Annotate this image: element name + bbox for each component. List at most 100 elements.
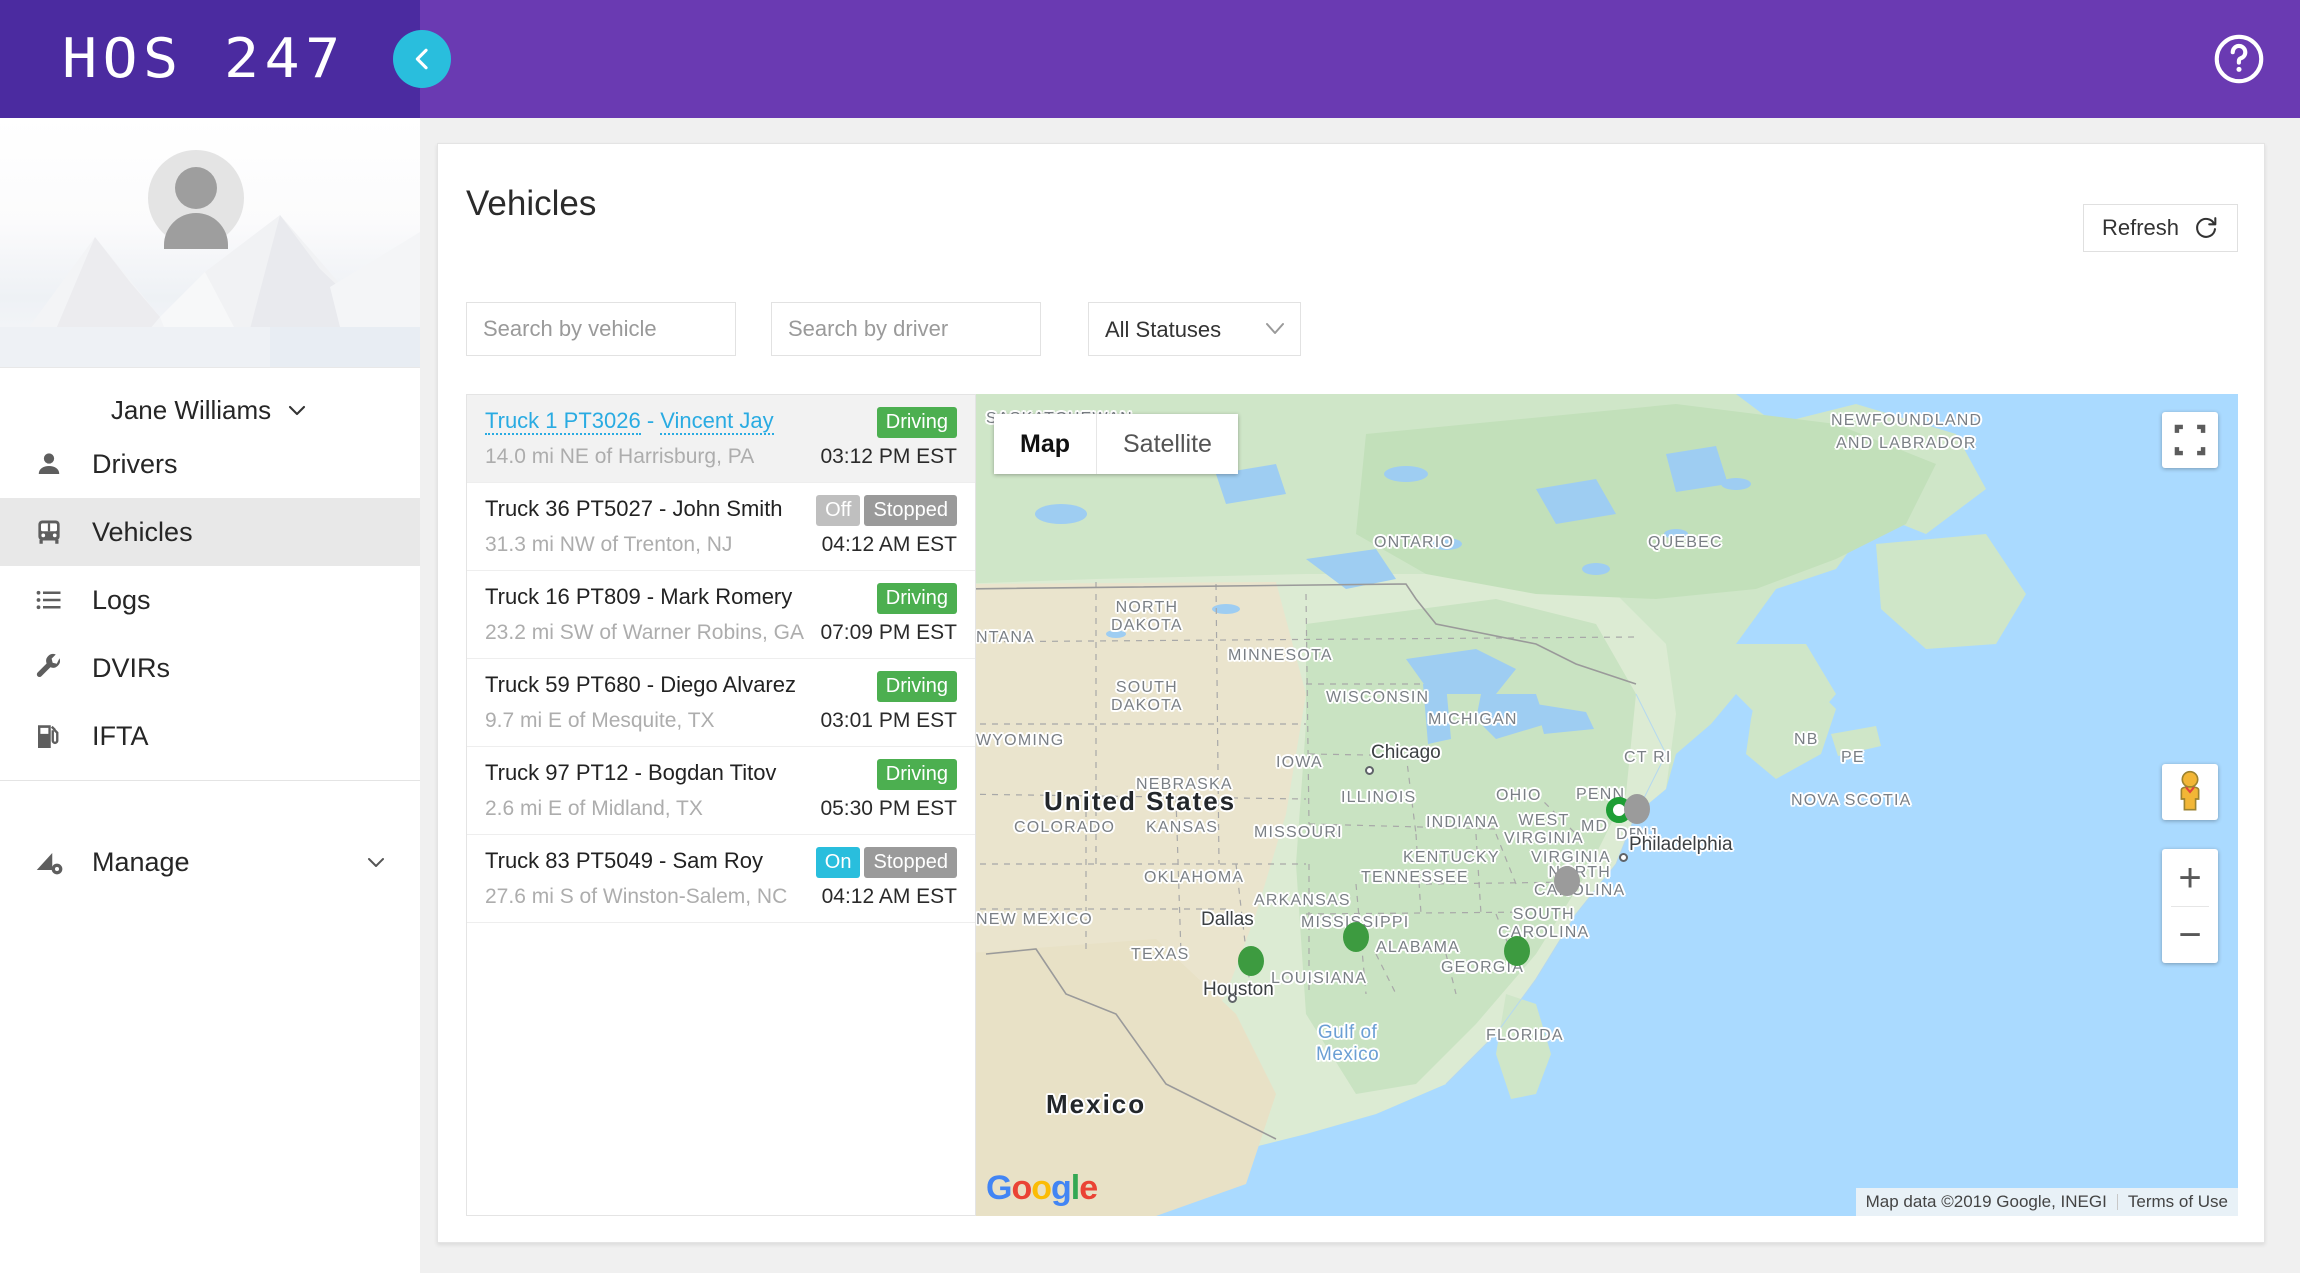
vehicle-row[interactable]: Truck 83 PT5049 - Sam RoyOnStopped27.6 m… — [467, 835, 975, 923]
zoom-in-button[interactable]: + — [2162, 849, 2218, 906]
vehicle-timestamp: 04:12 AM EST — [822, 885, 957, 909]
search-driver-input[interactable] — [771, 302, 1041, 356]
status-badges: Driving — [877, 407, 957, 438]
map-label: MINNESOTA — [1228, 647, 1333, 665]
status-badge: Stopped — [864, 495, 957, 526]
list-icon — [34, 583, 82, 617]
avatar — [148, 150, 244, 246]
map-label: ALABAMA — [1376, 939, 1460, 957]
zoom-out-button[interactable]: − — [2162, 906, 2218, 963]
status-filter-select[interactable]: All Statuses — [1088, 302, 1301, 356]
map-label: IOWA — [1276, 754, 1323, 772]
sidebar-item-dvirs[interactable]: DVIRs — [0, 634, 420, 702]
map-label: NORTHDAKOTA — [1111, 599, 1183, 635]
status-badge: On — [816, 847, 861, 878]
vehicle-location: 9.7 mi E of Mesquite, TX — [485, 709, 715, 733]
wrench-icon — [34, 651, 82, 685]
map-label: Houston — [1203, 979, 1274, 1001]
map-label: WISCONSIN — [1326, 689, 1429, 707]
status-badge: Driving — [877, 583, 957, 614]
refresh-button[interactable]: Refresh — [2083, 204, 2238, 252]
refresh-button-label: Refresh — [2102, 215, 2179, 241]
map-label: WESTVIRGINIA — [1504, 812, 1584, 848]
vehicle-location: 23.2 mi SW of Warner Robins, GA — [485, 621, 804, 645]
sidebar-collapse-button[interactable] — [393, 30, 451, 88]
sidebar: Jane Williams Drivers — [0, 118, 420, 1273]
chevron-down-icon — [285, 398, 309, 422]
vehicle-row[interactable]: Truck 16 PT809 - Mark Romery Driving 23.2 … — [467, 571, 975, 659]
fuel-pump-icon — [34, 719, 82, 753]
sidebar-item-manage[interactable]: Manage — [0, 828, 420, 896]
map-label: United States — [1044, 786, 1236, 817]
vehicle-timestamp: 05:30 PM EST — [820, 797, 957, 821]
vehicle-location: 31.3 mi NW of Trenton, NJ — [485, 533, 732, 557]
vehicle-row-title: Truck 59 PT680 - Diego Alvarez — [485, 671, 796, 699]
profile-menu-toggle[interactable]: Jane Williams — [0, 390, 420, 430]
map-vehicle-marker[interactable] — [1343, 922, 1369, 952]
zoom-control: + − — [2162, 849, 2218, 963]
map-type-satellite-button[interactable]: Satellite — [1097, 414, 1238, 474]
app-header: HOS 247 — [0, 0, 2300, 118]
map-vehicle-marker[interactable] — [1238, 946, 1264, 976]
sidebar-item-ifta[interactable]: IFTA — [0, 702, 420, 770]
map-label: ILLINOIS — [1341, 789, 1416, 807]
driver-link[interactable]: Vincent Jay — [660, 408, 773, 435]
refresh-icon — [2193, 215, 2219, 241]
map-vehicle-marker[interactable] — [1504, 936, 1530, 966]
map-label: AND LABRADOR — [1836, 435, 1977, 453]
sidebar-item-logs[interactable]: Logs — [0, 566, 420, 634]
bus-icon — [34, 515, 82, 549]
terms-of-use-link[interactable]: Terms of Use — [2118, 1192, 2238, 1212]
vehicle-list[interactable]: Truck 1 PT3026 - Vincent JayDriving14.0 … — [466, 394, 976, 1216]
map-label: FLORIDA — [1486, 1027, 1564, 1045]
sidebar-item-label: Logs — [92, 585, 151, 616]
map-label: SOUTHDAKOTA — [1111, 679, 1183, 715]
vehicle-link[interactable]: Truck 1 PT3026 — [485, 408, 641, 435]
status-badges: Driving — [877, 583, 957, 614]
profile-banner — [0, 118, 420, 368]
map-type-map-button[interactable]: Map — [994, 414, 1097, 474]
vehicle-row-title: Truck 36 PT5027 - John Smith — [485, 495, 783, 523]
fullscreen-button[interactable] — [2162, 412, 2218, 468]
vehicle-row[interactable]: Truck 36 PT5027 - John Smith OffStopped 31… — [467, 483, 975, 571]
vehicle-row[interactable]: Truck 97 PT12 - Bogdan TitovDriving2.6 m… — [467, 747, 975, 835]
status-badges: OffStopped — [816, 495, 957, 526]
map-label: NEWFOUNDLAND — [1831, 412, 1982, 430]
vehicle-row[interactable]: Truck 1 PT3026 - Vincent JayDriving14.0 … — [467, 395, 975, 483]
map-label: KENTUCKY — [1403, 849, 1500, 867]
status-badges: Driving — [877, 671, 957, 702]
vehicle-location: 2.6 mi E of Midland, TX — [485, 797, 703, 821]
map-label: PE — [1841, 749, 1865, 767]
vehicle-row-title: Truck 97 PT12 - Bogdan Titov — [485, 759, 776, 787]
map-label: WYOMING — [976, 732, 1064, 750]
street-view-pegman-button[interactable] — [2162, 764, 2218, 820]
map-label: MICHIGAN — [1428, 711, 1518, 729]
sidebar-item-label: Drivers — [92, 449, 178, 480]
map-label: Philadelphia — [1629, 834, 1733, 856]
sidebar-item-drivers[interactable]: Drivers — [0, 430, 420, 498]
map-label: Dallas — [1201, 909, 1254, 931]
search-vehicle-input[interactable] — [466, 302, 736, 356]
sidebar-item-label: DVIRs — [92, 653, 170, 684]
map-label: Mexico — [1046, 1089, 1146, 1120]
vehicle-row-title: Truck 16 PT809 - Mark Romery — [485, 583, 792, 611]
map-label: MISSOURI — [1254, 824, 1343, 842]
street-view-pegman-icon — [2162, 764, 2218, 820]
map-label: OKLAHOMA — [1144, 869, 1244, 887]
map-label: ARKANSAS — [1254, 892, 1351, 910]
map-label: QUEBEC — [1648, 534, 1723, 552]
sidebar-item-label: Vehicles — [92, 517, 193, 548]
fleet-map[interactable]: SASKATCHEWANONTARIOQUEBECNEWFOUNDLANDAND… — [976, 394, 2238, 1216]
google-logo: Google — [986, 1169, 1097, 1208]
vehicle-row[interactable]: Truck 59 PT680 - Diego Alvarez Driving 9.7… — [467, 659, 975, 747]
help-button[interactable] — [2210, 30, 2268, 88]
map-label: CT RI — [1624, 749, 1671, 767]
map-vehicle-marker[interactable] — [1554, 866, 1580, 896]
map-type-control: Map Satellite — [994, 414, 1238, 474]
sidebar-item-vehicles[interactable]: Vehicles — [0, 498, 420, 566]
sidebar-item-label: Manage — [92, 847, 190, 878]
sidebar-divider — [0, 780, 420, 781]
chevron-left-icon — [408, 45, 436, 73]
map-attribution: Map data ©2019 Google, INEGI Terms of Us… — [1856, 1188, 2238, 1216]
map-vehicle-marker[interactable] — [1624, 794, 1650, 824]
